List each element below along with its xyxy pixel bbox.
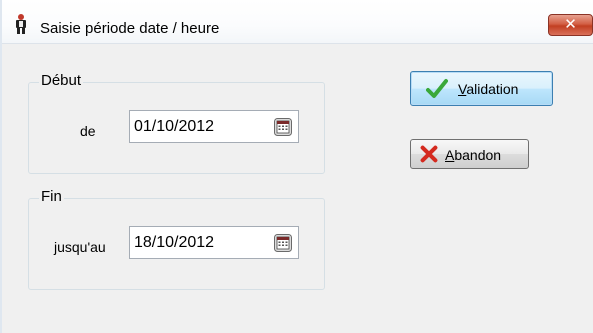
close-button[interactable]: ✕ [548, 14, 593, 36]
debut-field-label: de [80, 123, 96, 139]
checkmark-icon [426, 79, 448, 98]
fin-date-value: 18/10/2012 [134, 234, 215, 251]
window-title: Saisie période date / heure [40, 20, 220, 37]
calendar-icon[interactable] [274, 118, 292, 136]
fin-field-label: jusqu'au [54, 239, 106, 255]
abandon-mnemonic: A [445, 147, 455, 163]
dialog-window: Saisie période date / heure ✕ Début de 0… [0, 0, 593, 333]
debut-legend: Début [39, 72, 84, 90]
abandon-button[interactable]: Abandon [410, 139, 529, 169]
debut-date-input[interactable]: 01/10/2012 [129, 110, 299, 143]
close-icon: ✕ [564, 16, 577, 33]
app-person-icon [16, 14, 26, 34]
debut-date-value: 01/10/2012 [134, 118, 215, 135]
validation-button[interactable]: Validation [410, 71, 553, 106]
validation-button-label: Validation [458, 81, 518, 97]
fin-legend: Fin [39, 188, 64, 206]
debut-group: Début de 01/10/2012 [28, 72, 325, 174]
title-bar[interactable]: Saisie période date / heure ✕ [2, 0, 593, 44]
cross-icon [420, 145, 438, 163]
calendar-icon[interactable] [274, 234, 292, 252]
abandon-label-rest: bandon [454, 147, 502, 163]
validation-label-rest: alidation [466, 81, 519, 97]
dialog-body: Début de 01/10/2012 Fin jusqu'au 18/10/2… [2, 44, 593, 333]
fin-date-input[interactable]: 18/10/2012 [129, 226, 299, 259]
fin-group: Fin jusqu'au 18/10/2012 [28, 188, 325, 290]
abandon-button-label: Abandon [445, 147, 501, 163]
